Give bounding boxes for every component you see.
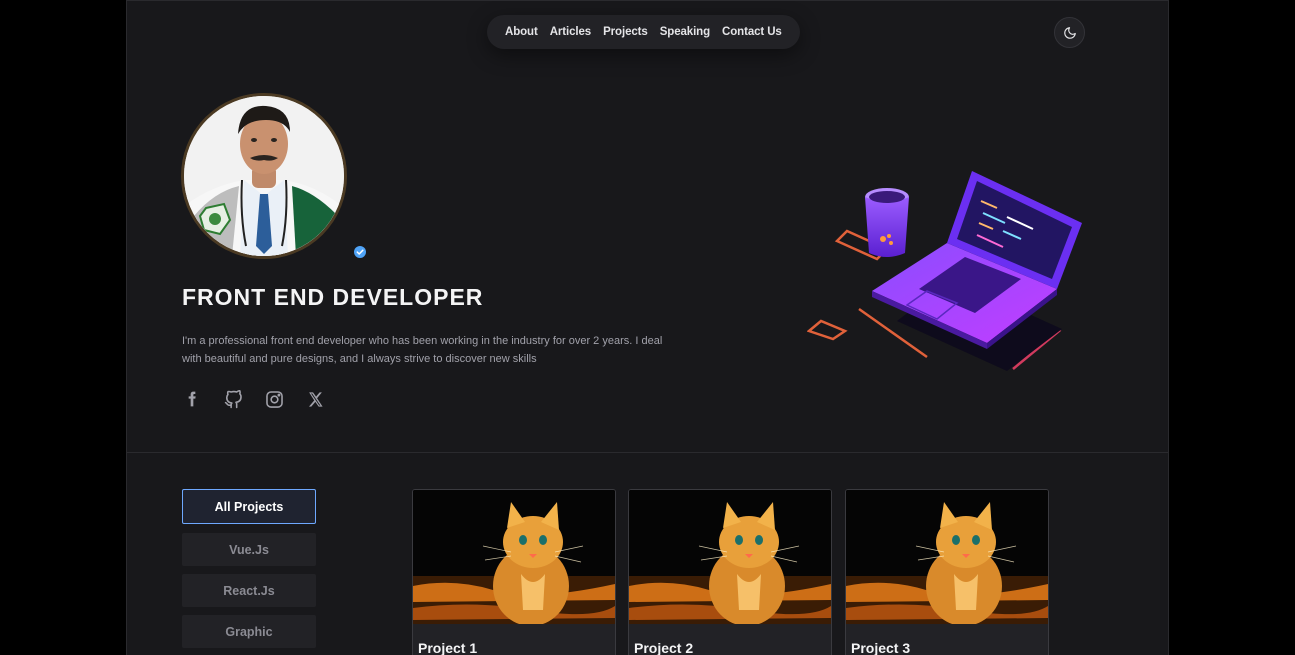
section-divider bbox=[127, 452, 1168, 453]
nav-contact-us[interactable]: Contact Us bbox=[722, 26, 782, 38]
filter-graphic[interactable]: Graphic bbox=[182, 615, 316, 648]
page: About Articles Projects Speaking Contact… bbox=[126, 0, 1169, 655]
project-title: Project 1 bbox=[418, 640, 478, 655]
filter-reactjs[interactable]: React.Js bbox=[182, 574, 316, 607]
project-title: Project 3 bbox=[851, 640, 911, 655]
x-icon[interactable] bbox=[305, 389, 325, 409]
instagram-icon[interactable] bbox=[264, 389, 284, 409]
nav-speaking[interactable]: Speaking bbox=[660, 26, 710, 38]
filter-all-projects[interactable]: All Projects bbox=[182, 489, 316, 524]
laptop-illustration bbox=[807, 171, 1082, 371]
main-nav: About Articles Projects Speaking Contact… bbox=[487, 15, 800, 49]
filter-vuejs[interactable]: Vue.Js bbox=[182, 533, 316, 566]
project-card-2[interactable]: Project 2 bbox=[628, 489, 832, 655]
hero-description: I'm a professional front end developer w… bbox=[182, 335, 663, 365]
github-icon[interactable] bbox=[223, 389, 243, 409]
verified-badge-icon bbox=[354, 246, 366, 258]
project-filters: All Projects Vue.Js React.Js Graphic bbox=[182, 489, 316, 655]
project-title: Project 2 bbox=[634, 640, 694, 655]
avatar bbox=[181, 93, 347, 259]
project-thumbnail bbox=[629, 490, 831, 624]
project-thumbnail bbox=[413, 490, 615, 624]
project-card-1[interactable]: Project 1 bbox=[412, 489, 616, 655]
page-title: FRONT END DEVELOPER bbox=[182, 284, 484, 310]
social-links bbox=[182, 389, 325, 409]
nav-articles[interactable]: Articles bbox=[550, 26, 591, 38]
profile-photo bbox=[184, 96, 344, 256]
nav-projects[interactable]: Projects bbox=[603, 26, 648, 38]
moon-icon bbox=[1063, 26, 1076, 39]
project-card-3[interactable]: Project 3 bbox=[845, 489, 1049, 655]
theme-toggle-button[interactable] bbox=[1054, 17, 1085, 48]
project-thumbnail bbox=[846, 490, 1048, 624]
nav-about[interactable]: About bbox=[505, 26, 538, 38]
facebook-icon[interactable] bbox=[182, 389, 202, 409]
